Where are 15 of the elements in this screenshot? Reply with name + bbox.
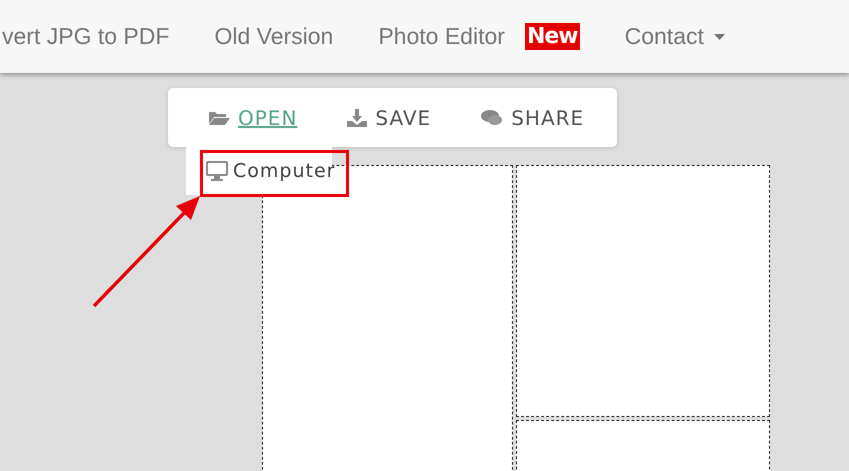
collage-cell[interactable] xyxy=(516,420,770,471)
menu-item[interactable]: Computer xyxy=(206,160,336,182)
new-badge: New xyxy=(524,23,580,50)
nav-link[interactable]: Photo Editor xyxy=(378,23,505,50)
nav-link[interactable]: vert JPG to PDF xyxy=(2,23,170,50)
toolbar-tab[interactable]: SAVE xyxy=(347,106,432,130)
chat-icon xyxy=(481,108,504,126)
toolbar-tab[interactable]: OPEN xyxy=(208,106,298,130)
toolbar-tab[interactable]: SHARE xyxy=(481,106,584,130)
download-icon xyxy=(347,108,368,126)
collage-cell[interactable] xyxy=(516,165,770,417)
nav-link[interactable]: Old Version xyxy=(214,23,334,50)
monitor-icon xyxy=(206,161,228,181)
nav-link[interactable]: Contact xyxy=(624,23,725,50)
folder-icon xyxy=(208,110,230,126)
